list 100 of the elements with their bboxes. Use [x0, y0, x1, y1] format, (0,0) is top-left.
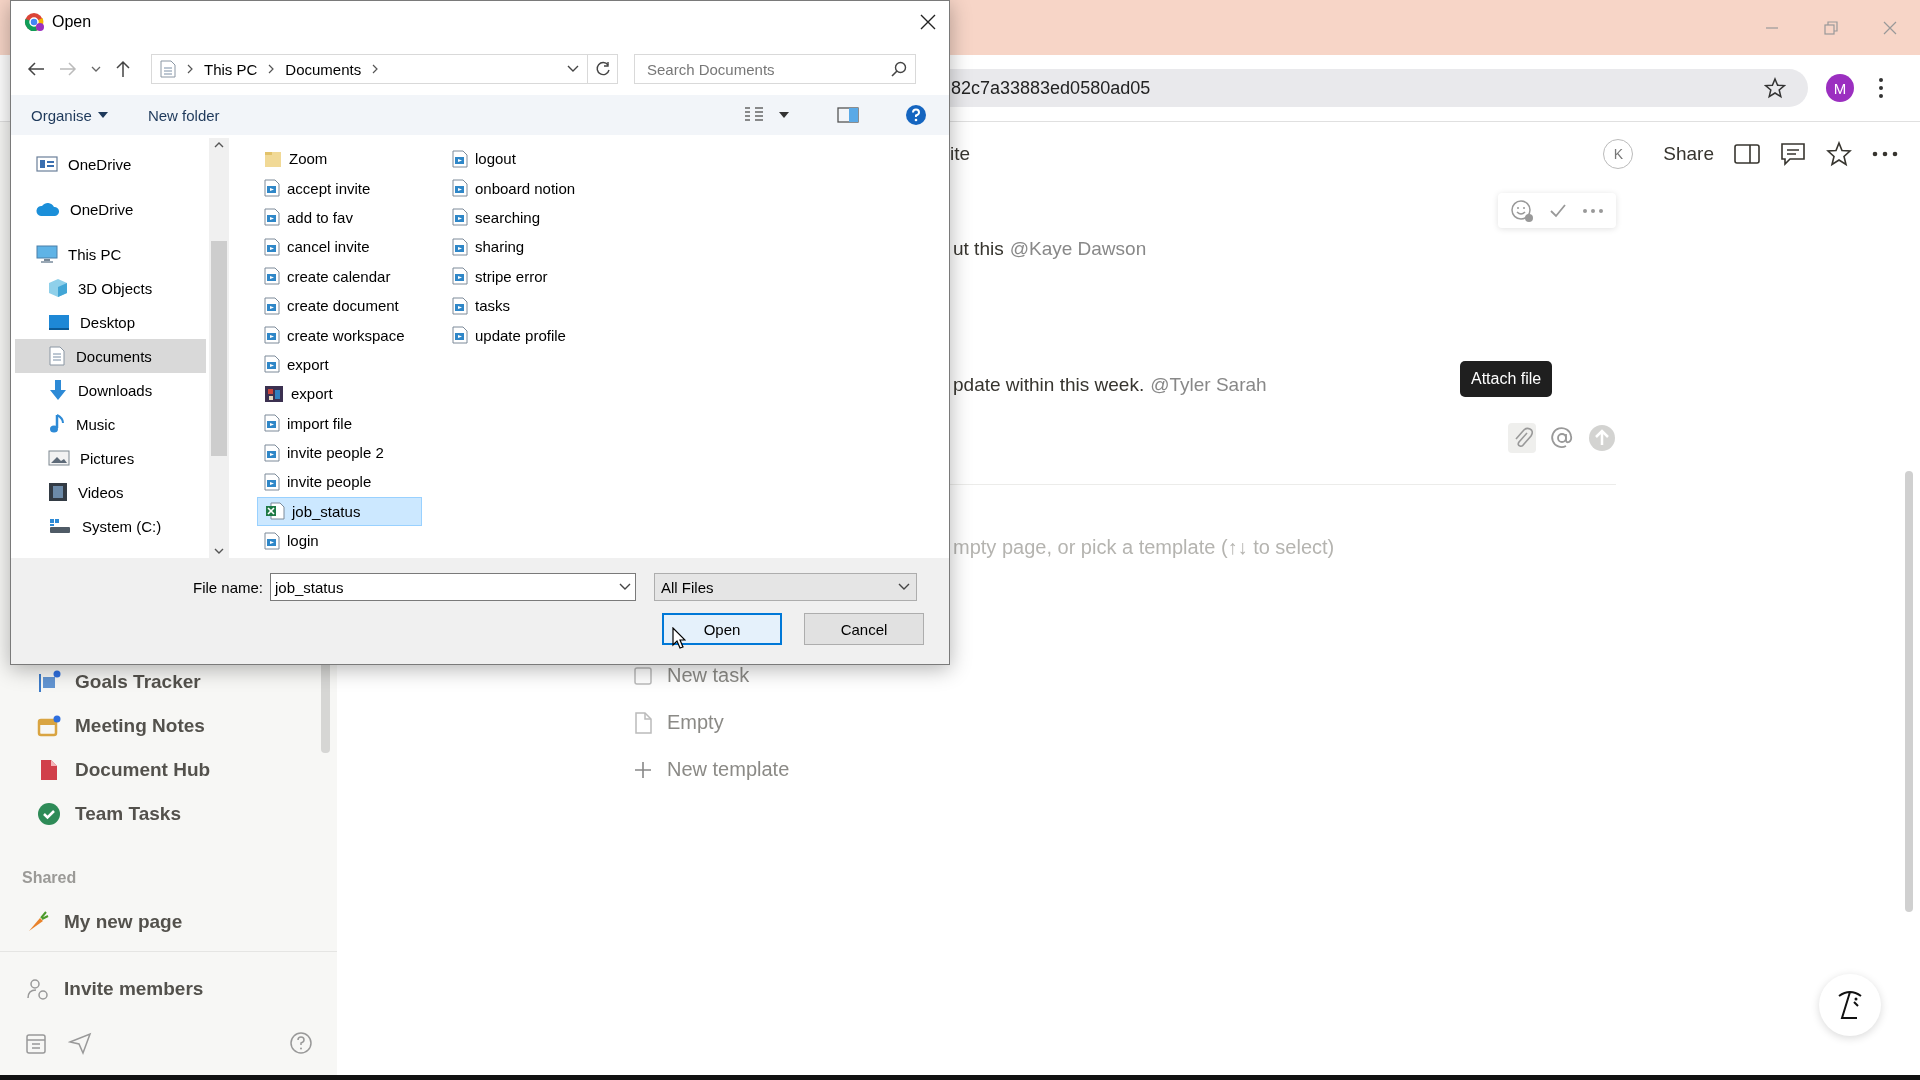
file-item[interactable]: import file — [257, 408, 422, 438]
toolbar-button[interactable]: Organise — [31, 106, 108, 124]
nav-pane-item[interactable]: Desktop — [15, 305, 206, 339]
breadcrumb[interactable]: Documents — [285, 60, 362, 78]
close-icon[interactable] — [919, 13, 937, 31]
file-item[interactable]: Zoom — [257, 144, 422, 174]
refresh-button[interactable] — [588, 54, 618, 84]
nav-pane-item[interactable]: Music — [15, 407, 206, 441]
send-icon[interactable] — [68, 1031, 92, 1055]
file-item[interactable]: update profile — [445, 320, 610, 350]
scrollbar[interactable] — [1905, 471, 1913, 912]
file-item[interactable]: sharing — [445, 232, 610, 262]
at-icon[interactable] — [1550, 426, 1574, 450]
picture-icon — [48, 449, 70, 467]
more-icon[interactable] — [1872, 151, 1898, 157]
chevron-right-icon — [186, 64, 194, 74]
sidebar-item[interactable]: My new page — [0, 902, 337, 942]
file-item[interactable]: job_status — [257, 496, 422, 527]
film-icon — [48, 482, 68, 502]
sidebar-item[interactable]: Meeting Notes — [0, 704, 337, 748]
field-label: File name: — [191, 578, 264, 596]
chevron-down-icon[interactable] — [91, 65, 101, 73]
chevron-up-icon — [214, 142, 224, 148]
menu-icon[interactable] — [1878, 77, 1884, 99]
sidebar-item[interactable]: Goals Tracker — [0, 660, 337, 704]
caret-icon[interactable] — [779, 112, 789, 118]
comment-text: pdate within this week. @Tyler Sarah — [953, 373, 1267, 397]
file-name-field[interactable]: job_status — [270, 573, 636, 601]
page-icon — [633, 711, 653, 734]
nav-pane-item[interactable]: Downloads — [15, 373, 206, 407]
video-file-icon — [264, 296, 280, 315]
file-item[interactable]: onboard notion — [445, 173, 610, 203]
ai-button[interactable] — [1819, 974, 1881, 1036]
check-circle-icon — [37, 802, 61, 826]
file-item[interactable]: login — [257, 526, 422, 556]
monitor-icon — [36, 244, 58, 264]
video-file-icon — [264, 267, 280, 286]
comment-icon[interactable] — [1780, 142, 1806, 166]
sidebar-item[interactable]: Team Tasks — [0, 792, 337, 836]
address-box[interactable]: This PC Documents — [151, 54, 588, 84]
emoji-add-icon[interactable] — [1510, 198, 1534, 223]
nav-pane-item[interactable]: OneDrive — [15, 192, 206, 226]
search-input[interactable]: Search Documents — [645, 59, 891, 79]
nav-pane-item[interactable]: Pictures — [15, 441, 206, 475]
document-icon — [160, 60, 176, 78]
nav-pane-item[interactable]: Documents — [15, 339, 206, 373]
nav-pane-item[interactable]: System (C:) — [15, 509, 206, 543]
spreadsheet-file-icon — [265, 502, 285, 521]
star-icon[interactable] — [1826, 141, 1852, 167]
file-item[interactable]: invite people — [257, 467, 422, 497]
toolbar-button[interactable]: New folder — [147, 106, 220, 124]
file-item[interactable]: create workspace — [257, 320, 422, 350]
breadcrumb[interactable]: This PC — [204, 60, 258, 78]
file-item[interactable]: export — [257, 349, 422, 380]
music-note-icon — [48, 413, 66, 435]
file-type-dropdown[interactable]: All Files — [654, 573, 917, 601]
help-icon[interactable] — [289, 1031, 313, 1055]
forward-arrow-icon[interactable] — [59, 61, 77, 77]
file-item[interactable]: accept invite — [257, 173, 422, 203]
view-options-icon[interactable] — [743, 106, 765, 124]
share-button[interactable]: Share — [1663, 143, 1714, 165]
search-field[interactable]: Search Documents — [634, 54, 916, 84]
star-icon[interactable] — [1764, 77, 1786, 99]
nav-pane-item[interactable]: Videos — [15, 475, 206, 509]
open-button[interactable]: Open — [662, 613, 782, 645]
video-file-icon — [264, 237, 280, 256]
video-file-icon — [264, 208, 280, 227]
nav-pane-item[interactable]: OneDrive — [15, 147, 206, 181]
back-arrow-icon[interactable] — [27, 61, 45, 77]
file-item[interactable]: cancel invite — [257, 232, 422, 262]
video-file-icon — [264, 326, 280, 345]
nav-pane-item[interactable]: This PC — [15, 237, 206, 271]
video-file-icon — [452, 237, 468, 256]
file-item[interactable]: export — [257, 379, 422, 409]
chevron-right-icon — [267, 64, 276, 74]
attach-button[interactable] — [1508, 423, 1536, 453]
nav-pane-item[interactable]: 3D Objects — [15, 271, 206, 305]
file-item[interactable]: create document — [257, 290, 422, 321]
up-arrow-icon[interactable] — [115, 60, 131, 78]
calendar-icon[interactable] — [24, 1031, 48, 1055]
page-title: ite — [950, 143, 972, 165]
file-item[interactable]: create calendar — [257, 261, 422, 291]
profile-avatar[interactable]: M — [1826, 74, 1854, 102]
chevron-down-icon[interactable] — [567, 65, 579, 73]
file-item[interactable]: logout — [445, 144, 610, 174]
person-add-icon — [26, 977, 50, 1001]
sidebar-item[interactable]: Document Hub — [0, 748, 337, 792]
scrollbar[interactable] — [209, 138, 229, 558]
file-item[interactable]: invite people 2 — [257, 437, 422, 468]
preview-pane-icon[interactable] — [837, 106, 859, 124]
file-item[interactable]: tasks — [445, 290, 610, 321]
file-item[interactable]: searching — [445, 202, 610, 233]
file-item[interactable]: stripe error — [445, 261, 610, 291]
sidebar-panel-icon[interactable] — [1734, 143, 1760, 165]
help-icon[interactable] — [905, 104, 927, 126]
app-icon — [24, 12, 44, 32]
invite-members-button[interactable]: Invite members — [0, 969, 337, 1009]
restore-icon[interactable] — [1823, 19, 1839, 36]
file-item[interactable]: add to fav — [257, 202, 422, 233]
cancel-button[interactable]: Cancel — [804, 613, 924, 645]
